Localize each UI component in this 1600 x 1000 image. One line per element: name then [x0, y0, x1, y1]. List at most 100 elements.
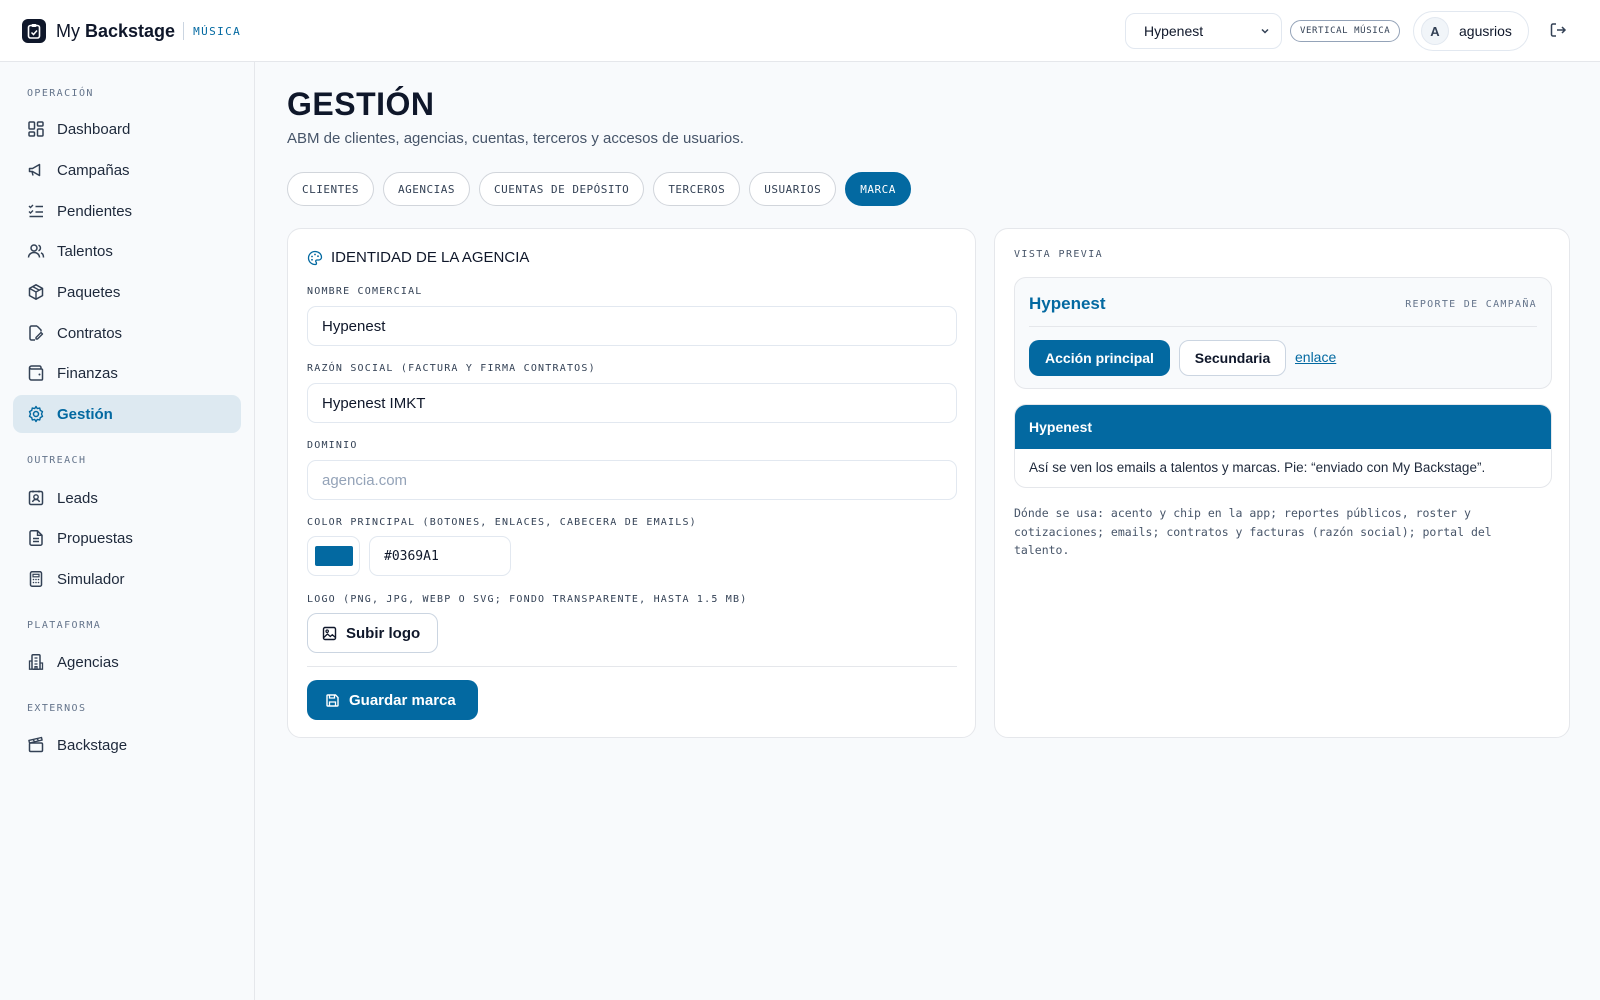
preview-link[interactable]: enlace	[1295, 349, 1336, 365]
dashboard-icon	[28, 121, 44, 137]
sidebar-item-label: Finanzas	[57, 364, 118, 382]
agency-select-value: Hypenest	[1144, 23, 1204, 39]
email-body: Así se ven los emails a talentos y marca…	[1029, 460, 1486, 475]
sidebar-item-label: Propuestas	[57, 529, 133, 547]
report-tag: REPORTE DE CAMPAÑA	[1405, 299, 1537, 310]
brand-preview-card: VISTA PREVIA Hypenest REPORTE DE CAMPAÑA…	[994, 228, 1570, 738]
logo-label: LOGO (PNG, JPG, WEBP O SVG; FONDO TRANSP…	[307, 594, 748, 605]
avatar: A	[1421, 17, 1449, 45]
sidebar-item-label: Dashboard	[57, 120, 131, 138]
razon-social-input[interactable]: Hypenest IMKT	[307, 383, 957, 423]
brand-separator	[183, 22, 185, 40]
sidebar-item-dashboard[interactable]: Dashboard	[13, 110, 241, 148]
user-menu[interactable]: A agusrios	[1413, 11, 1529, 51]
sidebar-item-leads[interactable]: Leads	[13, 479, 241, 517]
sidebar-item-campanas[interactable]: Campañas	[13, 151, 241, 189]
preview-primary-button[interactable]: Acción principal	[1029, 340, 1170, 376]
logout-icon	[1550, 23, 1567, 37]
sidebar-item-finanzas[interactable]: Finanzas	[13, 354, 241, 392]
sidebar-item-label: Talentos	[57, 242, 113, 260]
user-name: agusrios	[1459, 23, 1512, 39]
tab-marca[interactable]: MARCA	[845, 172, 911, 206]
tab-clientes[interactable]: CLIENTES	[287, 172, 374, 206]
sidebar-item-label: Contratos	[57, 324, 123, 342]
usage-note: Dónde se usa: acento y chip en la app; r…	[1014, 506, 1492, 557]
nombre-comercial-label: NOMBRE COMERCIAL	[307, 286, 423, 297]
sidebar-section-externos: EXTERNOS	[27, 703, 87, 714]
sidebar-item-label: Gestión	[57, 405, 113, 423]
sidebar-section-outreach: OUTREACH	[27, 455, 87, 466]
sidebar-item-label: Paquetes	[57, 283, 121, 301]
email-preview: Hypenest Así se ven los emails a talento…	[1014, 404, 1552, 488]
sidebar-section-plataforma: PLATAFORMA	[27, 620, 102, 631]
brand-form-card: IDENTIDAD DE LA AGENCIA NOMBRE COMERCIAL…	[287, 228, 976, 738]
color-picker[interactable]	[307, 536, 360, 576]
brand[interactable]: My Backstage MÚSICA	[22, 18, 241, 44]
gear-icon	[28, 405, 44, 423]
report-brand-name: Hypenest	[1029, 294, 1106, 313]
dominio-input[interactable]: agencia.com	[307, 460, 957, 500]
wallet-icon	[28, 365, 44, 381]
palette-icon	[307, 250, 323, 265]
sidebar-item-label: Backstage	[57, 736, 128, 754]
sidebar-item-label: Campañas	[57, 161, 130, 179]
agency-select[interactable]: Hypenest	[1125, 13, 1282, 49]
image-icon	[322, 626, 337, 640]
sidebar-item-simulador[interactable]: Simulador	[13, 560, 241, 598]
sidebar-item-label: Pendientes	[57, 202, 133, 220]
tab-terceros[interactable]: TERCEROS	[653, 172, 741, 206]
page-subtitle: ABM de clientes, agencias, cuentas, terc…	[287, 130, 744, 147]
form-title: IDENTIDAD DE LA AGENCIA	[307, 249, 529, 266]
report-preview: Hypenest REPORTE DE CAMPAÑA Acción princ…	[1014, 277, 1552, 389]
clipboard-icon	[22, 19, 46, 43]
logout-button[interactable]	[1549, 21, 1567, 44]
sidebar-item-label: Simulador	[57, 570, 125, 588]
nombre-comercial-input[interactable]: Hypenest	[307, 306, 957, 346]
sidebar: OPERACIÓN Dashboard Campañas Pendientes …	[0, 62, 255, 1000]
file-text-icon	[29, 530, 43, 546]
chevron-down-icon	[1261, 28, 1269, 34]
contact-card-icon	[28, 490, 44, 506]
color-swatch	[314, 546, 353, 566]
file-signature-icon	[29, 325, 44, 341]
tab-cuentas-deposito[interactable]: CUENTAS DE DEPÓSITO	[478, 172, 645, 206]
report-divider	[1029, 326, 1537, 327]
color-hex-input[interactable]: #0369A1	[369, 536, 511, 576]
page-title: GESTIÓN	[287, 86, 435, 122]
building-icon	[28, 654, 44, 670]
sidebar-item-propuestas[interactable]: Propuestas	[13, 519, 241, 557]
users-icon	[27, 244, 45, 258]
sidebar-section-operacion: OPERACIÓN	[27, 88, 94, 99]
top-bar: My Backstage MÚSICA Hypenest VERTICAL MÚ…	[0, 0, 1600, 62]
form-title-text: IDENTIDAD DE LA AGENCIA	[331, 249, 530, 266]
save-icon	[326, 693, 339, 707]
form-divider	[307, 666, 957, 667]
checklist-icon	[28, 204, 43, 218]
tab-agencias[interactable]: AGENCIAS	[382, 172, 470, 206]
sidebar-item-contratos[interactable]: Contratos	[13, 314, 241, 352]
vertical-chip: VERTICAL MÚSICA	[1290, 20, 1401, 42]
upload-logo-label: Subir logo	[346, 624, 421, 642]
megaphone-icon	[28, 163, 41, 177]
razon-social-label: RAZÓN SOCIAL (FACTURA Y FIRMA CONTRATOS)	[307, 363, 596, 374]
clapperboard-icon	[28, 736, 44, 753]
sidebar-item-backstage[interactable]: Backstage	[13, 726, 241, 764]
dominio-label: DOMINIO	[307, 440, 358, 451]
color-principal-label: COLOR PRINCIPAL (BOTONES, ENLACES, CABEC…	[307, 517, 697, 528]
save-brand-label: Guardar marca	[349, 691, 456, 709]
sidebar-item-agencias[interactable]: Agencias	[13, 643, 241, 681]
sidebar-item-label: Agencias	[57, 653, 119, 671]
preview-label: VISTA PREVIA	[1014, 249, 1104, 260]
calculator-icon	[29, 571, 43, 587]
package-icon	[28, 284, 44, 300]
email-header: Hypenest	[1015, 405, 1551, 449]
sidebar-item-gestion[interactable]: Gestión	[13, 395, 241, 433]
upload-logo-button[interactable]: Subir logo	[307, 613, 438, 653]
save-brand-button[interactable]: Guardar marca	[307, 680, 478, 720]
sidebar-item-pendientes[interactable]: Pendientes	[13, 192, 241, 230]
tab-usuarios[interactable]: USUARIOS	[749, 172, 837, 206]
preview-secondary-button[interactable]: Secundaria	[1179, 340, 1286, 376]
sidebar-item-paquetes[interactable]: Paquetes	[13, 273, 241, 311]
sidebar-item-talentos[interactable]: Talentos	[13, 232, 241, 270]
tab-bar: CLIENTES AGENCIAS CUENTAS DE DEPÓSITO TE…	[287, 172, 920, 206]
